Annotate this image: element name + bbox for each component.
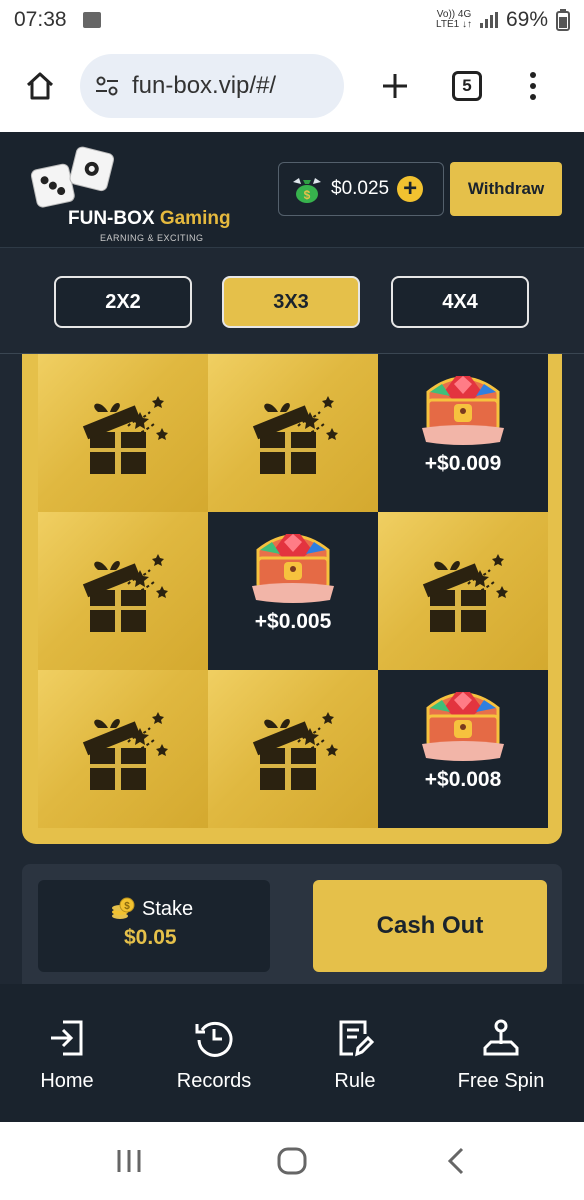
board-cell-gift[interactable] — [38, 670, 208, 828]
cash-out-button[interactable]: Cash Out — [313, 880, 547, 972]
gift-box-icon — [252, 396, 338, 474]
svg-text:$: $ — [304, 188, 311, 202]
stake-panel: $ Stake $0.05 Cash Out — [22, 864, 562, 984]
tab-3x3[interactable]: 3X3 — [222, 276, 360, 328]
svg-text:$: $ — [124, 901, 130, 912]
tab-4x4[interactable]: 4X4 — [391, 276, 529, 328]
bottom-navigation: Home Records Rule Free Spin — [0, 984, 584, 1122]
url-text: fun-box.vip/#/ — [132, 72, 277, 99]
house-icon — [26, 72, 54, 100]
board-cell-gift[interactable] — [208, 670, 378, 828]
logo-title: FUN-BOX Gaming — [68, 208, 231, 229]
money-bag-icon: $ — [293, 178, 321, 203]
board-cell-revealed: +$0.009 — [378, 354, 548, 512]
browser-home-button[interactable] — [0, 46, 80, 126]
home-circle-icon[interactable] — [276, 1146, 308, 1176]
nav-label-rule: Rule — [334, 1070, 376, 1092]
status-time: 07:38 — [14, 8, 67, 31]
signal-icon — [479, 12, 498, 28]
status-indicators: Vo)) 4G LTE1 ↓↑ 69% — [436, 8, 570, 32]
balance-amount: $0.025 — [331, 178, 390, 199]
withdraw-button[interactable]: Withdraw — [450, 162, 562, 216]
reward-amount: +$0.008 — [424, 768, 502, 791]
treasure-chest-icon — [422, 376, 504, 445]
stake-value: $0.05 — [124, 926, 177, 949]
gift-box-icon — [82, 712, 168, 790]
board-cell-gift[interactable] — [378, 512, 548, 670]
joystick-icon — [483, 1019, 519, 1056]
stake-box[interactable]: $ Stake $0.05 — [38, 880, 270, 972]
tab-switcher-button[interactable]: 5 — [452, 71, 482, 101]
plus-icon — [383, 74, 407, 98]
add-balance-button[interactable]: + — [397, 176, 424, 202]
coins-icon: $ — [112, 897, 135, 919]
document-edit-icon — [339, 1020, 375, 1057]
gift-box-icon — [422, 554, 508, 632]
gallery-icon — [82, 12, 101, 28]
gift-box-icon — [82, 554, 168, 632]
site-settings-icon[interactable] — [94, 73, 120, 99]
nav-item-free-spin[interactable]: Free Spin — [448, 984, 554, 1122]
nav-item-records[interactable]: Records — [166, 984, 262, 1122]
network-line-2: LTE1 ↓↑ — [436, 19, 472, 30]
recent-apps-icon[interactable] — [114, 1146, 144, 1176]
tab-2x2[interactable]: 2X2 — [54, 276, 192, 328]
board-cell-gift[interactable] — [38, 354, 208, 512]
battery-level: 69% — [505, 8, 548, 31]
history-icon — [195, 1021, 233, 1057]
site-header: FUN-BOX Gaming EARNING & EXCITING $ $0.0… — [0, 132, 584, 248]
reward-amount: +$0.005 — [254, 610, 332, 633]
nav-label-home: Home — [40, 1070, 94, 1092]
browser-toolbar: fun-box.vip/#/ 5 — [0, 40, 584, 132]
grid-size-tabs: 2X2 3X3 4X4 — [0, 250, 584, 354]
battery-icon — [556, 9, 570, 31]
gift-box-icon — [82, 396, 168, 474]
new-tab-button[interactable] — [370, 61, 420, 111]
balance-display: $ $0.025 + — [278, 162, 444, 216]
address-bar[interactable]: fun-box.vip/#/ — [80, 54, 344, 118]
treasure-chest-icon — [422, 692, 504, 761]
system-navigation-bar — [0, 1122, 584, 1200]
board-cell-revealed: +$0.008 — [378, 670, 548, 828]
dice-icon — [30, 146, 115, 208]
browser-menu-button[interactable] — [528, 72, 538, 100]
nav-label-free-spin: Free Spin — [457, 1070, 545, 1092]
login-icon — [51, 1020, 83, 1056]
nav-item-home[interactable]: Home — [26, 984, 108, 1122]
status-bar: 07:38 Vo)) 4G LTE1 ↓↑ 69% — [0, 0, 584, 40]
logo-tagline: EARNING & EXCITING — [100, 233, 204, 243]
nav-label-records: Records — [176, 1070, 252, 1092]
board-cell-gift[interactable] — [208, 354, 378, 512]
funbox-logo[interactable]: FUN-BOX Gaming EARNING & EXCITING — [26, 144, 256, 243]
network-indicator: Vo)) 4G LTE1 ↓↑ — [436, 10, 472, 30]
tab-count: 5 — [462, 76, 472, 95]
reward-amount: +$0.009 — [424, 452, 502, 475]
treasure-chest-icon — [252, 534, 334, 603]
board-cell-gift[interactable] — [38, 512, 208, 670]
gift-box-icon — [252, 712, 338, 790]
back-icon[interactable] — [442, 1146, 470, 1176]
game-board: +$0.009 +$0.005 +$0.008 — [22, 354, 562, 844]
stake-label: Stake — [142, 897, 194, 920]
nav-item-rule[interactable]: Rule — [320, 984, 390, 1122]
board-cell-revealed: +$0.005 — [208, 512, 378, 670]
stake-label-row: $ Stake — [110, 896, 193, 922]
